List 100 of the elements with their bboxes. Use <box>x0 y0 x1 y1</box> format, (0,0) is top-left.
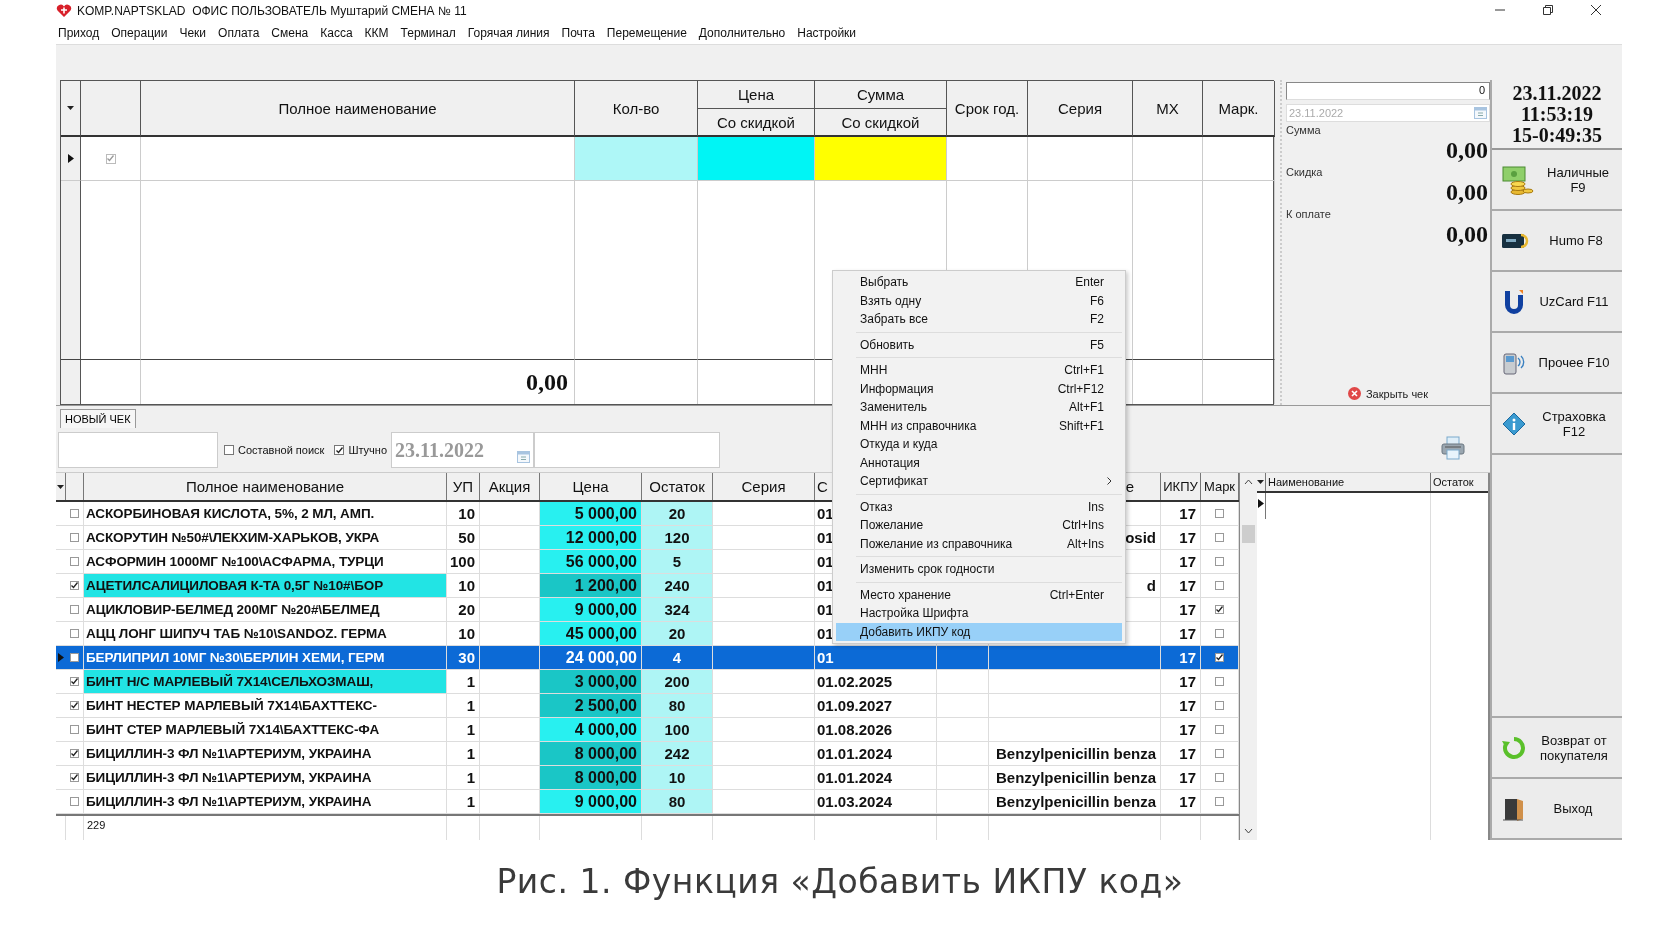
shortcut-text: Shift+F1 <box>1058 418 1104 433</box>
menu-item[interactable]: Взять одну F6 <box>836 291 1122 310</box>
input-field[interactable] <box>534 432 721 468</box>
action-button[interactable]: Выход <box>1492 779 1622 840</box>
checkbox[interactable] <box>70 797 79 806</box>
menu-item[interactable]: Выбрать Enter <box>836 273 1122 292</box>
clock-text: 23.11.2022 <box>1512 82 1602 104</box>
payment-button[interactable]: UzCard F11 <box>1492 272 1622 333</box>
checkbox[interactable] <box>334 445 345 455</box>
dropdown-icon[interactable] <box>57 484 64 489</box>
menu-item[interactable]: Добавить ИКПУ код <box>836 622 1122 641</box>
checkbox[interactable] <box>70 701 79 710</box>
table-row[interactable]: БИЦИЛЛИН-3 ФЛ №1\АРТЕРИУМ, УКРАИНА 1 8 000,00 10 01.01.2024 Benzylpenicillin benza 17 <box>56 766 1239 790</box>
menu-item[interactable]: Касса <box>320 26 353 40</box>
menu-item[interactable]: Забрать все F2 <box>836 310 1122 329</box>
menu-item[interactable]: Горячая линия <box>467 26 550 40</box>
table-row[interactable]: БЕРЛИПРИЛ 10МГ №30\БЕРЛИН ХЕМИ, ГЕРМ 30 24 000,00 4 01 17 <box>56 646 1239 670</box>
menu-item[interactable]: Заменитель Alt+F1 <box>836 398 1122 417</box>
menu-item[interactable]: Перемещение <box>606 26 687 40</box>
scroll-down-icon[interactable] <box>1243 828 1253 834</box>
menu-item[interactable]: Аннотация <box>836 453 1122 472</box>
heart-icon <box>56 4 72 18</box>
action-button[interactable]: Возврат от покупателя <box>1492 718 1622 779</box>
tab[interactable]: НОВЫЙ ЧЕК <box>60 409 136 428</box>
input-field[interactable]: 0 <box>1286 82 1490 100</box>
calendar-icon[interactable] <box>1474 107 1487 119</box>
shortcut-text: Enter <box>1075 275 1104 290</box>
payment-button[interactable]: Наличные F9 <box>1492 150 1622 211</box>
payment-button[interactable]: Прочее F10 <box>1492 333 1622 394</box>
menu-item[interactable]: Обновить F5 <box>836 335 1122 354</box>
checkbox[interactable] <box>1215 533 1224 542</box>
column-header: Срок год. <box>947 81 1028 137</box>
checkbox[interactable] <box>70 605 79 614</box>
menu-item[interactable]: Информация Ctrl+F12 <box>836 379 1122 398</box>
checkbox[interactable] <box>1215 797 1224 806</box>
table-cell <box>1133 137 1203 181</box>
menu-item[interactable]: МНН Ctrl+F1 <box>836 361 1122 380</box>
checkbox[interactable] <box>70 725 79 734</box>
checkbox[interactable] <box>70 653 79 662</box>
checkbox[interactable] <box>70 749 79 758</box>
checkbox[interactable] <box>1215 557 1224 566</box>
scroll-up-icon[interactable] <box>1243 479 1253 485</box>
menu-item[interactable]: Почта <box>561 26 595 40</box>
checkbox[interactable] <box>70 581 79 590</box>
calendar-icon[interactable] <box>517 451 531 463</box>
checkbox[interactable] <box>1215 629 1224 638</box>
checkbox[interactable] <box>1215 749 1224 758</box>
menu-item[interactable]: Настройки <box>797 26 857 40</box>
checkbox[interactable] <box>1215 509 1224 518</box>
table-row[interactable]: БИЦИЛЛИН-3 ФЛ №1\АРТЕРИУМ, УКРАИНА 1 9 000,00 80 01.03.2024 Benzylpenicillin benza 17 <box>56 790 1239 814</box>
table-row[interactable]: БИНТ НЕСТЕР МАРЛЕВЫЙ 7Х14\БАХТТЕКС- 1 2 500,00 80 01.09.2027 17 <box>56 694 1239 718</box>
checkbox[interactable] <box>1215 701 1224 710</box>
table-cell: 9 000,00 <box>540 790 642 814</box>
menu-item[interactable]: Откуда и куда <box>836 435 1122 454</box>
close-receipt-button[interactable]: Закрыть чек <box>1341 386 1435 401</box>
checkbox[interactable] <box>70 773 79 782</box>
payment-button[interactable]: Страховка F12 <box>1492 394 1622 455</box>
door-icon <box>1502 796 1524 821</box>
search-field[interactable] <box>58 432 218 468</box>
scroll-thumb[interactable] <box>1241 525 1255 543</box>
column-header: Цена <box>540 473 642 500</box>
checkbox[interactable] <box>70 509 79 518</box>
close-icon <box>1347 387 1361 400</box>
table-cell: 3 000,00 <box>540 670 642 694</box>
menu-item[interactable]: Приход <box>58 26 100 40</box>
table-row[interactable]: БИНТ СТЕР МАРЛЕВЫЙ 7Х14\БАХТТЕКС-ФА 1 4 000,00 100 01.08.2026 17 <box>56 718 1239 742</box>
column-header: Полное наименование <box>84 473 447 500</box>
close-icon[interactable] <box>1590 4 1602 16</box>
menu-item[interactable]: Чеки <box>179 26 207 40</box>
column-header: Марк. <box>1203 81 1275 137</box>
clock-text: 15-0:49:35 <box>1512 124 1602 146</box>
menu-item[interactable]: Терминал <box>400 26 456 40</box>
checkbox[interactable] <box>1215 725 1224 734</box>
checkbox[interactable] <box>224 445 234 455</box>
menu-item[interactable]: ККМ <box>364 26 389 40</box>
checkbox[interactable] <box>1215 653 1224 662</box>
column-header: Остаток <box>642 473 713 500</box>
checkbox[interactable] <box>1215 773 1224 782</box>
column-header: ИКПУ <box>1161 473 1201 500</box>
menu-item[interactable]: Оплата <box>218 26 260 40</box>
printer-icon[interactable] <box>1440 435 1466 461</box>
checkbox[interactable] <box>70 629 79 638</box>
checkbox[interactable] <box>70 557 79 566</box>
menu-item[interactable]: Операции <box>111 26 168 40</box>
table-row[interactable]: БИЦИЛЛИН-3 ФЛ №1\АРТЕРИУМ, УКРАИНА 1 8 000,00 242 01.01.2024 Benzylpenicillin benza 17 <box>56 742 1239 766</box>
checkbox[interactable] <box>1215 581 1224 590</box>
checkbox[interactable] <box>105 153 116 164</box>
menu-item[interactable]: Смена <box>271 26 309 40</box>
checkbox[interactable] <box>70 677 79 686</box>
restore-icon[interactable] <box>1542 4 1554 16</box>
menu-item[interactable]: Дополнительно <box>698 26 786 40</box>
checkbox[interactable] <box>1215 677 1224 686</box>
checkbox[interactable] <box>70 533 79 542</box>
menu-item[interactable]: МНН из справочника Shift+F1 <box>836 416 1122 435</box>
table-row[interactable]: БИНТ Н/С МАРЛЕВЫЙ 7Х14\СЕЛЬХОЗМАШ, 1 3 000,00 200 01.02.2025 17 <box>56 670 1239 694</box>
dropdown-icon[interactable] <box>1257 480 1265 484</box>
checkbox[interactable] <box>1215 605 1224 614</box>
dropdown-icon[interactable] <box>67 106 74 110</box>
payment-button[interactable]: Humo F8 <box>1492 211 1622 272</box>
table-cell: 1 <box>447 790 480 814</box>
